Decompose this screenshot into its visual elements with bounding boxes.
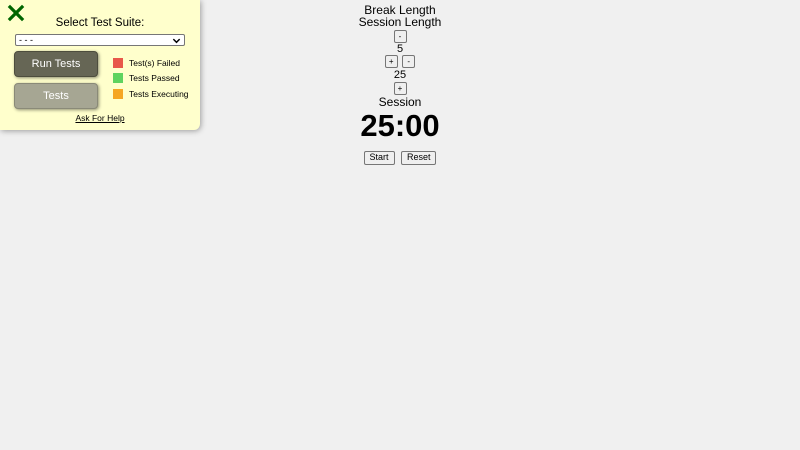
legend-passed-label: Tests Passed — [129, 72, 180, 83]
legend-failed-label: Test(s) Failed — [129, 57, 181, 68]
test-panel: Select Test Suite: - - - Run Tests Tests… — [0, 0, 200, 130]
session-decrement-button[interactable]: - — [402, 55, 416, 68]
passed-swatch — [113, 72, 123, 83]
start-button[interactable]: Start — [363, 151, 395, 165]
chevron-down-icon — [172, 38, 181, 44]
select-suite-label: Select Test Suite: — [55, 17, 145, 29]
test-suite-select-value: - - - — [19, 35, 33, 45]
break-increment-button[interactable]: + — [384, 55, 398, 68]
break-decrement-button[interactable]: - — [393, 30, 407, 43]
reset-button[interactable]: Reset — [400, 151, 437, 165]
legend-failed: Test(s) Failed — [113, 57, 180, 68]
failed-swatch — [113, 57, 123, 68]
timer-controls: Start Reset — [300, 147, 500, 165]
timer-label: Session — [378, 95, 422, 109]
legend-passed: Tests Passed — [113, 72, 180, 83]
pomodoro-clock: Break Length Session Length - 5 + - 25 +… — [300, 4, 500, 165]
legend-executing: Tests Executing — [113, 88, 189, 99]
session-label: Session Length — [358, 15, 442, 29]
legend-executing-label: Tests Executing — [129, 88, 189, 99]
page: Select Test Suite: - - - Run Tests Tests… — [0, 0, 800, 450]
executing-swatch — [113, 88, 123, 99]
run-tests-button[interactable]: Run Tests — [14, 51, 98, 77]
session-increment-button[interactable]: + — [393, 82, 407, 95]
test-suite-select[interactable]: - - - — [15, 34, 185, 46]
ask-for-help-link[interactable]: Ask For Help — [0, 113, 200, 123]
session-length-value: 25 — [393, 69, 407, 81]
tests-button[interactable]: Tests — [14, 83, 98, 109]
time-left-display: 25:00 — [360, 108, 440, 143]
